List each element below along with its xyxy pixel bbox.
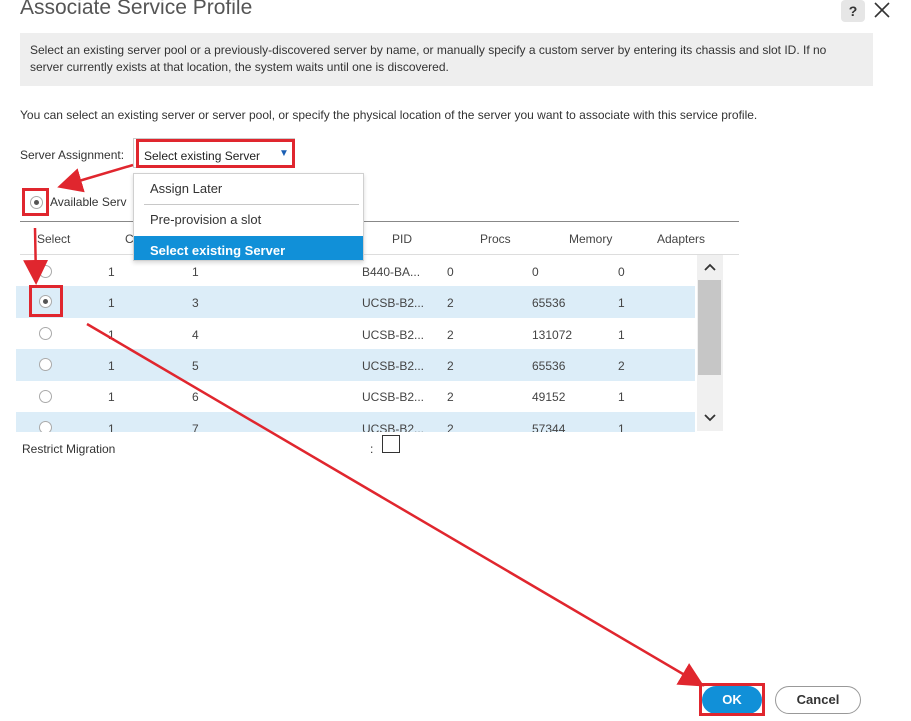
cell-procs: 2 [447, 390, 454, 404]
arrow [57, 163, 134, 193]
cell-chassis: 1 [108, 328, 115, 342]
restrict-migration-label: Restrict Migration [22, 442, 116, 456]
table-row[interactable]: 1 7 UCSB-B2... 2 57344 1 [16, 412, 695, 432]
table-row-clip: 1 7 UCSB-B2... 2 57344 1 [16, 412, 695, 432]
dropdown-option-pre-provision[interactable]: Pre-provision a slot [134, 205, 363, 235]
dialog-title: Associate Service Profile [20, 0, 253, 19]
chevron-up-icon[interactable] [703, 262, 717, 272]
cell-chassis: 1 [108, 390, 115, 404]
cell-pid: B440-BA... [362, 265, 421, 279]
cell-chassis: 1 [108, 265, 115, 279]
header-adapters: Adapters [657, 232, 706, 246]
server-assignment-label: Server Assignment: [20, 148, 125, 162]
cell-procs: 2 [447, 296, 454, 310]
header-procs: Procs [480, 232, 511, 246]
cell-memory: 57344 [532, 422, 566, 432]
server-assignment-select[interactable]: Select existing Server ▼ [133, 138, 295, 168]
cell-adapters: 2 [618, 359, 625, 373]
cell-memory: 131072 [532, 328, 573, 342]
table-row[interactable]: 1 4 UCSB-B2... 2 131072 1 [16, 318, 695, 350]
cell-memory: 65536 [532, 296, 566, 310]
table-row[interactable]: 1 5 UCSB-B2... 2 65536 2 [16, 349, 695, 381]
row-radio[interactable] [39, 358, 52, 371]
cell-memory: 49152 [532, 390, 566, 404]
cell-chassis: 1 [108, 422, 115, 432]
description-text: You can select an existing server or ser… [20, 108, 758, 122]
cell-adapters: 1 [618, 422, 625, 432]
cell-pid: UCSB-B2... [362, 328, 425, 342]
server-assignment-dropdown: Assign Later Pre-provision a slot Select… [133, 173, 364, 261]
cell-memory: 65536 [532, 359, 566, 373]
cell-slot: 4 [192, 328, 199, 342]
row-radio[interactable] [39, 295, 52, 308]
cell-procs: 0 [447, 265, 454, 279]
cell-pid: UCSB-B2... [362, 390, 425, 404]
caret-down-icon: ▼ [279, 148, 289, 159]
table-header: Select C PID Procs Memory Adapters [20, 222, 739, 255]
cell-procs: 2 [447, 359, 454, 373]
scrollbar-thumb[interactable] [698, 280, 721, 375]
row-radio[interactable] [39, 421, 52, 432]
available-servers-radio[interactable] [30, 196, 43, 209]
cell-chassis: 1 [108, 296, 115, 310]
close-icon[interactable] [872, 0, 892, 20]
cell-slot: 7 [192, 422, 199, 432]
cell-chassis: 1 [108, 359, 115, 373]
cell-slot: 6 [192, 390, 199, 404]
cell-procs: 2 [447, 422, 454, 432]
cell-adapters: 0 [618, 265, 625, 279]
cell-slot: 5 [192, 359, 199, 373]
dropdown-option-select-existing[interactable]: Select existing Server [134, 236, 363, 260]
cell-pid: UCSB-B2... [362, 359, 425, 373]
help-button[interactable]: ? [841, 0, 865, 22]
available-servers-label: Available Serv [50, 195, 127, 209]
ok-button[interactable]: OK [702, 686, 762, 714]
cell-pid: UCSB-B2... [362, 422, 425, 432]
table-row[interactable]: 1 3 UCSB-B2... 2 65536 1 [16, 286, 695, 318]
cell-procs: 2 [447, 328, 454, 342]
cell-adapters: 1 [618, 296, 625, 310]
header-memory: Memory [569, 232, 613, 246]
header-pid: PID [392, 232, 413, 246]
dropdown-option-assign-later[interactable]: Assign Later [134, 174, 363, 204]
cell-adapters: 1 [618, 328, 625, 342]
row-radio[interactable] [39, 327, 52, 340]
info-box: Select an existing server pool or a prev… [20, 33, 873, 86]
cell-adapters: 1 [618, 390, 625, 404]
cell-slot: 1 [192, 265, 199, 279]
cancel-button[interactable]: Cancel [775, 686, 861, 714]
cell-slot: 3 [192, 296, 199, 310]
restrict-migration-checkbox[interactable] [382, 435, 400, 453]
row-radio[interactable] [39, 265, 52, 278]
row-radio[interactable] [39, 390, 52, 403]
table-row[interactable]: 1 6 UCSB-B2... 2 49152 1 [16, 380, 695, 412]
header-select: Select [37, 232, 71, 246]
restrict-migration-colon: : [370, 442, 374, 456]
server-assignment-value: Select existing Server [144, 149, 261, 163]
cell-memory: 0 [532, 265, 539, 279]
chevron-down-icon[interactable] [703, 413, 717, 423]
cell-pid: UCSB-B2... [362, 296, 425, 310]
